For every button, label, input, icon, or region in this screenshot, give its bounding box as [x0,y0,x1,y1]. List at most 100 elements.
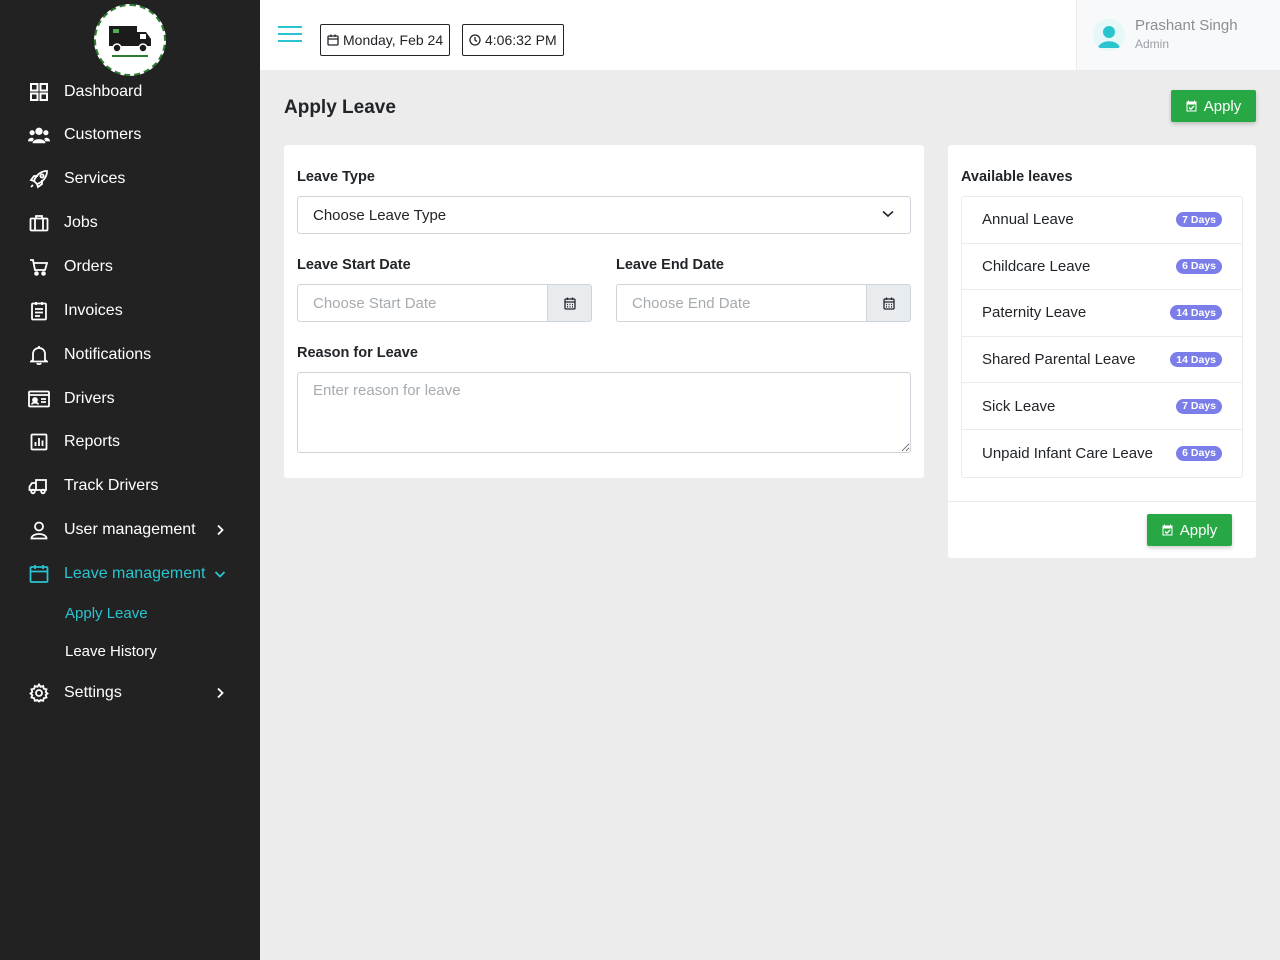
sidebar-item-label: Notifications [64,346,152,363]
sidebar-item-services[interactable]: Services [0,159,260,199]
sidebar-item-label: Jobs [64,214,98,231]
chevron-down-icon [212,566,228,582]
avatar [1093,19,1125,51]
sidebar-item-jobs[interactable]: Jobs [0,203,260,243]
end-date-label: Leave End Date [616,257,724,273]
menu-toggle-icon[interactable] [278,26,302,46]
sidebar-item-label: Services [64,170,126,187]
start-date-picker-button[interactable] [547,284,592,322]
calendar-small-icon [327,34,339,46]
leave-type-label: Leave Type [297,169,375,185]
leave-name: Annual Leave [982,211,1074,229]
cart-icon [28,256,50,278]
available-leaves-card: Available leaves Annual Leave 7 Days Chi… [948,145,1256,558]
sidebar-item-label: Settings [64,684,122,701]
sidebar-item-reports[interactable]: Reports [0,422,260,462]
sidebar-subitem-leave-history[interactable]: Leave History [65,643,157,660]
list-item: Sick Leave 7 Days [962,383,1242,430]
date-text: Monday, Feb 24 [343,32,444,48]
users-icon [28,124,50,146]
invoice-icon [28,300,50,322]
list-item: Paternity Leave 14 Days [962,290,1242,337]
sidebar-item-label: User management [64,521,196,538]
sidebar-item-user-management[interactable]: User management [0,510,260,550]
start-date-label: Leave Start Date [297,257,411,273]
sidebar-item-label: Drivers [64,390,115,407]
days-badge: 14 Days [1170,305,1222,321]
sidebar-item-label: Dashboard [64,83,143,100]
sidebar-item-label: Track Drivers [64,477,159,494]
leave-form-card: Leave Type Choose Leave Type Leave Start… [284,145,924,478]
leave-name: Paternity Leave [982,304,1087,322]
leave-type-select[interactable]: Choose Leave Type [297,196,911,234]
end-date-picker-button[interactable] [866,284,911,322]
list-item: Childcare Leave 6 Days [962,244,1242,291]
reason-label: Reason for Leave [297,345,418,361]
id-card-icon [28,388,50,410]
start-date-input[interactable] [297,284,547,322]
days-badge: 7 Days [1176,212,1222,228]
sidebar-subitem-apply-leave[interactable]: Apply Leave [65,605,148,622]
sidebar-item-customers[interactable]: Customers [0,115,260,155]
end-date-input[interactable] [616,284,866,322]
days-badge: 14 Days [1170,352,1222,368]
calendar-check-icon [1162,524,1173,536]
apply-button-label: Apply [1179,521,1218,539]
leave-type-value: Choose Leave Type [313,206,447,224]
sidebar-item-label: Invoices [64,302,123,319]
chevron-right-icon [212,522,228,538]
user-menu[interactable]: Prashant Singh Admin [1076,0,1280,70]
apply-button-label: Apply [1203,97,1242,115]
sidebar-item-drivers[interactable]: Drivers [0,379,260,419]
sidebar-item-settings[interactable]: Settings [0,673,260,713]
sidebar-item-label: Leave management [64,565,206,582]
list-item: Annual Leave 7 Days [962,197,1242,244]
gear-icon [28,682,50,704]
sidebar-item-orders[interactable]: Orders [0,247,260,287]
available-leaves-list: Annual Leave 7 Days Childcare Leave 6 Da… [961,196,1243,478]
sidebar-item-label: Reports [64,433,121,450]
chevron-down-icon [882,210,894,218]
card-divider [948,501,1256,502]
leave-name: Unpaid Infant Care Leave [982,444,1153,462]
days-badge: 7 Days [1176,398,1222,414]
list-item: Unpaid Infant Care Leave 6 Days [962,430,1242,477]
leave-name: Childcare Leave [982,257,1091,275]
date-display: Monday, Feb 24 [320,24,451,56]
sidebar-item-leave-management[interactable]: Leave management [0,554,260,594]
bar-chart-icon [28,431,50,453]
chevron-right-icon [212,685,228,701]
sidebar: Dashboard Customers Services Jobs Orders… [0,0,260,960]
apply-button-top[interactable]: Apply [1171,90,1256,122]
available-leaves-title: Available leaves [961,169,1073,185]
calendar-check-icon [1186,100,1197,112]
bell-icon [28,344,50,366]
sidebar-item-dashboard[interactable]: Dashboard [0,72,260,112]
user-role: Admin [1135,37,1170,51]
end-date-group [616,284,911,322]
company-logo[interactable] [94,4,166,76]
user-icon [28,519,50,541]
truck-logo-icon [109,26,151,57]
top-header: Monday, Feb 24 4:06:32 PM Prashant Singh… [260,0,1280,70]
briefcase-icon [28,212,50,234]
leave-name: Shared Parental Leave [982,351,1136,369]
sidebar-item-notifications[interactable]: Notifications [0,335,260,375]
start-date-group [297,284,592,322]
list-item: Shared Parental Leave 14 Days [962,337,1242,384]
truck-icon [28,475,50,497]
days-badge: 6 Days [1176,445,1222,461]
reason-textarea[interactable] [297,372,911,453]
leave-name: Sick Leave [982,397,1056,415]
sidebar-item-track-drivers[interactable]: Track Drivers [0,466,260,506]
user-name: Prashant Singh [1135,17,1238,34]
sidebar-item-invoices[interactable]: Invoices [0,291,260,331]
page-title: Apply Leave [284,97,396,118]
sidebar-item-label: Orders [64,258,113,275]
calendar-icon [28,563,50,585]
sidebar-item-label: Customers [64,126,142,143]
apply-button-card[interactable]: Apply [1147,514,1232,546]
rocket-icon [28,168,50,190]
clock-icon [469,34,481,46]
dashboard-grid-icon [28,81,50,103]
